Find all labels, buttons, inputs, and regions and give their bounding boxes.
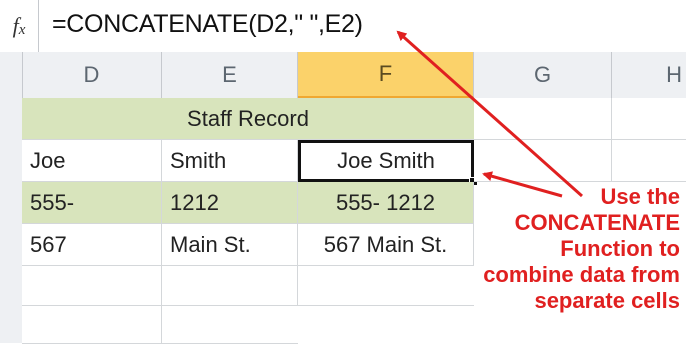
callout-line: separate cells [534,288,680,313]
cell-g1[interactable] [474,98,612,140]
column-header-h[interactable]: H [612,52,686,98]
callout-line: Function to [560,236,680,261]
column-header-g[interactable]: G [474,52,612,98]
row-number-column [0,52,23,343]
cell-g2[interactable] [474,140,612,182]
formula-input[interactable]: =CONCATENATE(D2," ",E2) [52,10,363,39]
callout-line: Use the [600,184,680,209]
column-header-row: D E F G H [0,52,686,99]
cell-d2[interactable]: Joe [22,140,162,182]
active-cell-f2[interactable]: Joe Smith [298,140,474,182]
callout-line: combine data from [483,262,680,287]
cell-d5[interactable] [22,266,162,306]
column-header-e[interactable]: E [162,52,298,98]
cell-e6[interactable] [162,306,298,344]
annotation-callout: Use the CONCATENATE Function to combine … [430,184,680,314]
cell-h1[interactable] [612,98,686,140]
cell-d4[interactable]: 567 [22,224,162,266]
column-header-d[interactable]: D [22,52,162,98]
table-title[interactable]: Staff Record [22,98,474,140]
cell-d6[interactable] [22,306,162,344]
cell-e4[interactable]: Main St. [162,224,298,266]
callout-line: CONCATENATE [514,210,680,235]
cell-e3[interactable]: 1212 [162,182,298,224]
cell-h2[interactable] [612,140,686,182]
cell-d3[interactable]: 555- [22,182,162,224]
column-header-f[interactable]: F [298,52,474,98]
cell-e2[interactable]: Smith [162,140,298,182]
fx-icon[interactable]: fx [0,0,39,52]
formula-bar: fx =CONCATENATE(D2," ",E2) [0,0,686,53]
cell-e5[interactable] [162,266,298,306]
